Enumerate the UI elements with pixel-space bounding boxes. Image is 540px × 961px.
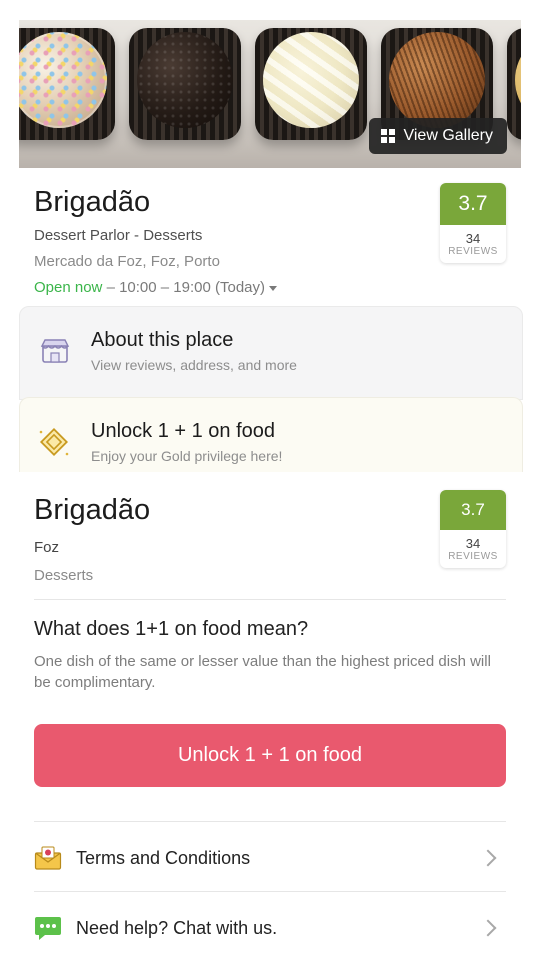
divider <box>34 821 506 822</box>
chat-icon <box>35 917 61 940</box>
open-status: Open now <box>34 279 103 296</box>
unlock-card-subtitle: Enjoy your Gold privilege here! <box>91 448 283 464</box>
reviews-label: REVIEWS <box>448 246 498 257</box>
sheet-review-count: 34 <box>465 536 481 551</box>
rating-badge[interactable]: 3.7 34 REVIEWS <box>440 183 506 263</box>
review-count: 34 <box>465 231 481 246</box>
unlock-card-title: Unlock 1 + 1 on food <box>91 420 276 442</box>
offer-question: What does 1+1 on food mean? <box>34 618 309 640</box>
hero-gallery[interactable]: View Gallery <box>19 20 521 168</box>
divider <box>34 891 506 892</box>
chat-label: Need help? Chat with us. <box>76 917 278 938</box>
chat-help-link[interactable]: Need help? Chat with us. <box>34 895 506 961</box>
sheet-restaurant-name: Brigadão <box>34 494 151 526</box>
terms-label: Terms and Conditions <box>76 847 251 868</box>
storefront-icon <box>40 339 70 363</box>
about-place-card[interactable]: About this place View reviews, address, … <box>19 306 523 400</box>
about-title: About this place <box>91 329 234 351</box>
sheet-rating-badge: 3.7 34 REVIEWS <box>440 490 506 568</box>
about-subtitle: View reviews, address, and more <box>91 357 297 373</box>
restaurant-address: Mercado da Foz, Foz, Porto <box>34 253 220 270</box>
restaurant-type: Dessert Parlor - Desserts <box>34 227 203 244</box>
rating-score: 3.7 <box>440 183 506 225</box>
chevron-right-icon <box>479 919 497 937</box>
hours-text: – 10:00 – 19:00 (Today) <box>106 279 266 296</box>
gold-diamond-icon <box>39 427 69 457</box>
envelope-icon <box>34 846 62 870</box>
divider <box>34 599 506 600</box>
unlock-offer-button[interactable]: Unlock 1 + 1 on food <box>34 724 506 787</box>
view-gallery-label: View Gallery <box>403 127 493 144</box>
opening-hours[interactable]: Open now – 10:00 – 19:00 (Today) <box>34 279 278 296</box>
sheet-category: Desserts <box>34 567 94 584</box>
sheet-reviews-label: REVIEWS <box>448 551 498 562</box>
terms-and-conditions-link[interactable]: Terms and Conditions <box>34 825 506 891</box>
grid-icon <box>381 129 396 143</box>
caret-down-icon <box>269 285 278 291</box>
offer-explanation: One dish of the same or lesser value tha… <box>34 653 491 691</box>
chevron-right-icon <box>479 849 497 867</box>
sheet-location: Foz <box>34 539 60 556</box>
view-gallery-button[interactable]: View Gallery <box>369 118 507 154</box>
restaurant-name: Brigadão <box>34 186 151 218</box>
unlock-offer-card[interactable]: Unlock 1 + 1 on food Enjoy your Gold pri… <box>19 397 523 472</box>
sheet-rating-score: 3.7 <box>440 490 506 530</box>
